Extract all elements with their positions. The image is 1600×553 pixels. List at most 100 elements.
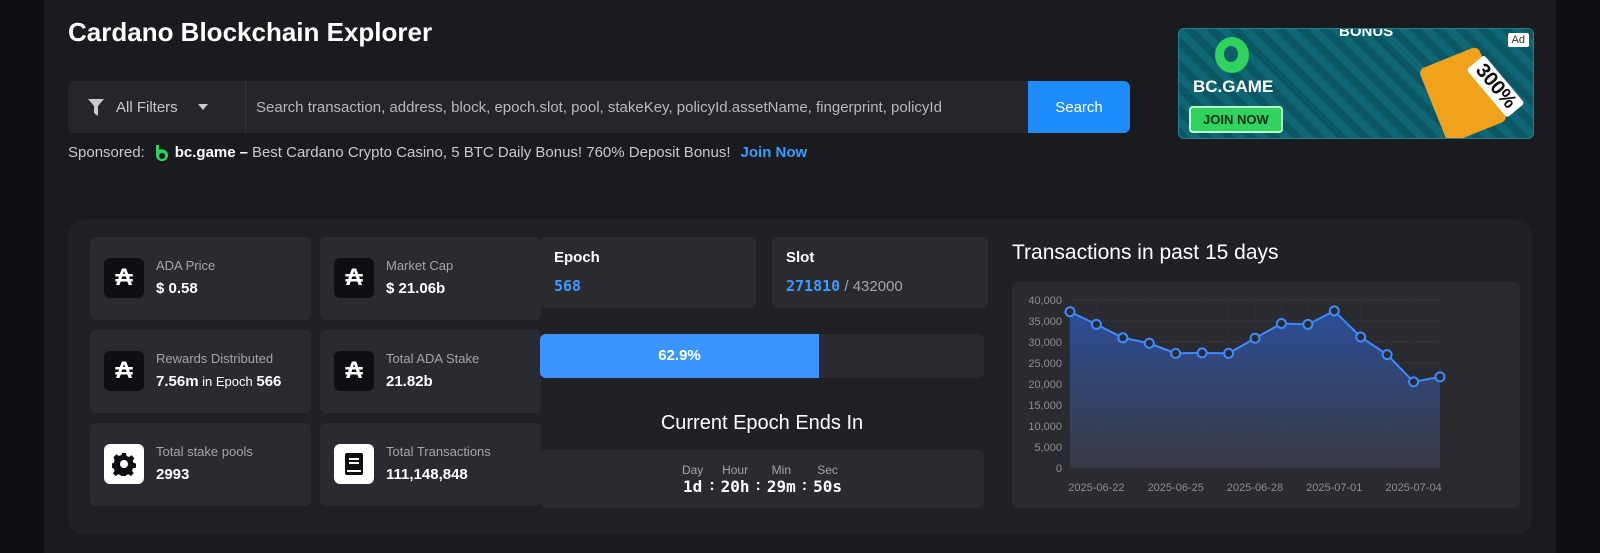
- sponsored-dash: –: [239, 144, 248, 161]
- ad-logo-icon: [1215, 37, 1249, 73]
- slot-current: 271810: [786, 277, 841, 295]
- chart-x-tick-label: 2025-06-25: [1148, 482, 1204, 494]
- chart-x-tick-label: 2025-06-22: [1068, 482, 1124, 494]
- rewards-suffix: in Epoch: [198, 374, 257, 389]
- countdown-sec-label: Sec: [817, 462, 838, 477]
- chart-y-tick-label: 20,000: [1028, 379, 1062, 391]
- stat-label: Rewards Distributed: [156, 351, 274, 366]
- chart-y-tick-label: 30,000: [1028, 337, 1062, 349]
- stat-value: $ 0.58: [156, 280, 198, 297]
- stat-ada-price: ₳ ADA Price $ 0.58: [90, 237, 311, 320]
- stat-label: Total stake pools: [156, 444, 253, 459]
- sponsored-text: Best Cardano Crypto Casino, 5 BTC Daily …: [251, 144, 731, 161]
- chart-point: [1249, 332, 1261, 344]
- countdown-min: Min 29m: [763, 463, 800, 496]
- sponsored-label: Sponsored:: [68, 144, 145, 161]
- chart-point: [1434, 371, 1446, 383]
- filter-label: All Filters: [116, 98, 178, 116]
- chevron-down-icon: [197, 104, 208, 110]
- chart-point: [1117, 332, 1129, 344]
- sponsored-brand[interactable]: bc.game: [175, 144, 236, 161]
- epoch-progress-bar: 62.9%: [540, 334, 984, 378]
- chart-y-tick-label: 0: [1056, 463, 1062, 475]
- epoch-countdown: Day 1d : Hour 20h : Min 29m : Sec 50s: [540, 450, 984, 508]
- slot-label: Slot: [786, 249, 815, 266]
- rewards-epoch: 566: [256, 373, 282, 390]
- countdown-day: Day 1d: [678, 463, 707, 496]
- bcgame-logo-icon: [155, 144, 168, 161]
- ada-icon: ₳: [104, 258, 144, 298]
- sponsored-line: Sponsored: bc.game – Best Cardano Crypto…: [68, 144, 807, 161]
- search-input[interactable]: [246, 81, 1028, 133]
- stat-label: Total Transactions: [386, 444, 491, 459]
- stat-value: 2993: [156, 466, 190, 483]
- chart-y-tick-label: 5,000: [1034, 442, 1062, 454]
- transactions-chart: 0 5,000 10,000 15,000 20,000 25,000 30,000 35,0…: [1012, 282, 1520, 508]
- epoch-progress-text: 62.9%: [658, 347, 701, 364]
- stat-total-ada-stake: ₳ Total ADA Stake 21.82b: [320, 330, 541, 413]
- stat-label: ADA Price: [156, 258, 216, 273]
- page: Cardano Blockchain Explorer All Filters …: [44, 0, 1556, 553]
- chart-point: [1064, 306, 1076, 318]
- chart-y-tick-label: 40,000: [1028, 295, 1062, 307]
- epoch-countdown-title: Current Epoch Ends In: [660, 412, 864, 434]
- filter-dropdown[interactable]: All Filters: [68, 81, 246, 133]
- chart-point: [1302, 318, 1314, 330]
- countdown-hour-value: 20h: [720, 476, 750, 496]
- chart-x-tick-label: 2025-07-04: [1385, 482, 1441, 494]
- chart-point: [1223, 347, 1235, 359]
- chart-y-tick-label: 15,000: [1028, 400, 1062, 412]
- countdown-sep: :: [709, 477, 715, 494]
- chart-point: [1381, 349, 1393, 361]
- countdown-min-label: Min: [771, 462, 791, 477]
- gear-icon: [104, 444, 144, 484]
- ad-tag[interactable]: Ad: [1507, 33, 1529, 47]
- countdown-sep: :: [755, 477, 761, 494]
- chart-point: [1196, 347, 1208, 359]
- stat-value: $ 21.06b: [386, 280, 446, 297]
- epoch-box: Epoch 568: [540, 237, 756, 308]
- stat-value: 7.56m in Epoch 566: [156, 373, 281, 390]
- chart-point: [1355, 331, 1367, 343]
- slot-separator: /: [840, 278, 853, 295]
- chart-point: [1275, 318, 1287, 330]
- epoch-label: Epoch: [554, 249, 600, 266]
- countdown-sec: Sec 50s: [809, 463, 846, 496]
- stat-total-stake-pools: Total stake pools 2993: [90, 423, 311, 506]
- chart-point: [1408, 376, 1420, 388]
- countdown-sec-value: 50s: [813, 476, 843, 496]
- chart-x-tick-label: 2025-07-01: [1306, 482, 1362, 494]
- ad-join-button[interactable]: JOIN NOW: [1189, 106, 1283, 133]
- ad-headline: BONUS: [1339, 28, 1394, 40]
- chart-x-tick-label: 2025-06-28: [1227, 482, 1283, 494]
- search-bar: All Filters Search: [68, 81, 1130, 133]
- join-now-link[interactable]: Join Now: [741, 144, 808, 161]
- chart-y-tick-label: 35,000: [1028, 316, 1062, 328]
- ada-icon: ₳: [334, 351, 374, 391]
- ad-banner[interactable]: BONUS 300% BC.GAME JOIN NOW Ad: [1178, 28, 1534, 139]
- chart-title: Transactions in past 15 days: [1012, 241, 1279, 264]
- chart-point: [1170, 347, 1182, 359]
- stat-value: 111,148,848: [386, 466, 468, 483]
- search-button[interactable]: Search: [1028, 81, 1130, 133]
- ada-icon: ₳: [334, 258, 374, 298]
- chart-y-tick-label: 25,000: [1028, 358, 1062, 370]
- slot-total: 432000: [852, 278, 903, 295]
- countdown-min-value: 29m: [766, 476, 796, 496]
- transactions-chart-svg: 0 5,000 10,000 15,000 20,000 25,000 30,000 35,0…: [1028, 295, 1446, 494]
- page-title: Cardano Blockchain Explorer: [68, 17, 433, 47]
- countdown-hour-label: Hour: [722, 462, 749, 477]
- countdown-hour: Hour 20h: [717, 463, 754, 496]
- slot-value: 271810 / 432000: [786, 277, 903, 295]
- slot-box: Slot 271810 / 432000: [772, 237, 988, 308]
- stat-total-transactions: Total Transactions 111,148,848: [320, 423, 541, 506]
- stat-market-cap: ₳ Market Cap $ 21.06b: [320, 237, 541, 320]
- ad-brand: BC.GAME: [1193, 77, 1274, 96]
- filter-icon: [88, 98, 104, 116]
- epoch-value[interactable]: 568: [554, 277, 581, 295]
- ada-icon: ₳: [104, 351, 144, 391]
- countdown-sep: :: [801, 477, 808, 494]
- rewards-amount: 7.56m: [156, 373, 199, 390]
- countdown-day-value: 1d: [683, 476, 703, 496]
- stat-label: Total ADA Stake: [386, 351, 480, 366]
